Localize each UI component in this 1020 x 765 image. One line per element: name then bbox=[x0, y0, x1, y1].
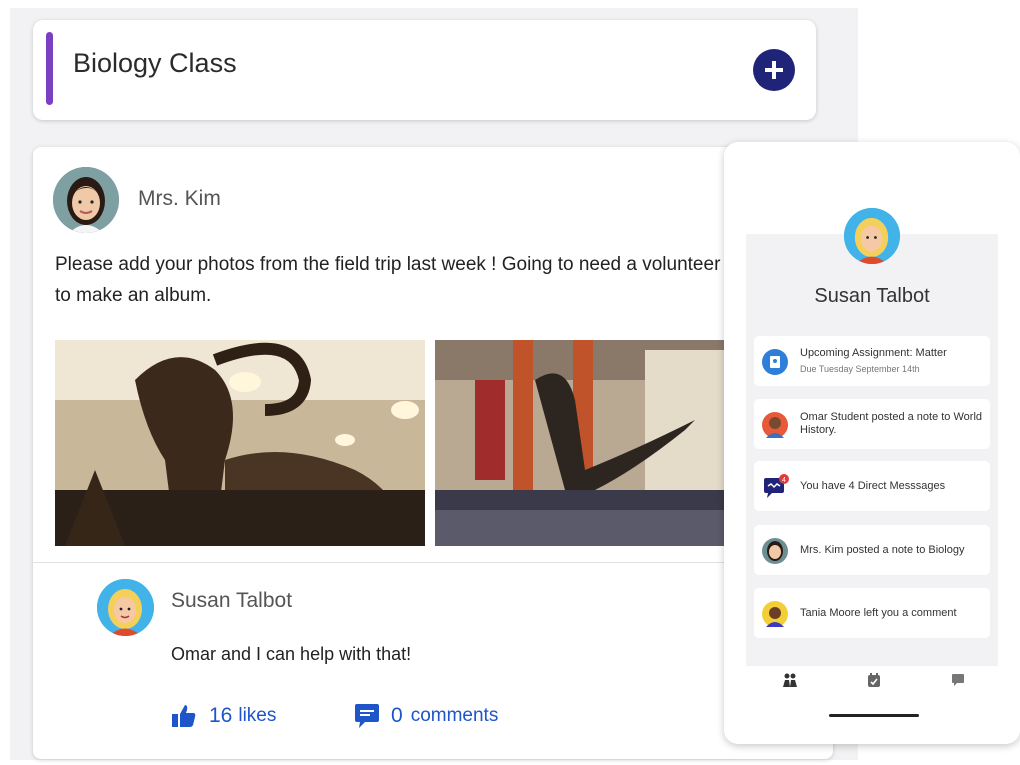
notification-text: Omar Student posted a note to World Hist… bbox=[800, 411, 983, 436]
class-title: Biology Class bbox=[73, 48, 237, 78]
notification-subtext: Due Tuesday September 14th bbox=[800, 363, 920, 374]
comments-count: 0 bbox=[391, 704, 403, 727]
avatar-omar bbox=[762, 412, 788, 438]
classes-icon[interactable] bbox=[782, 672, 798, 688]
comment-author[interactable]: Susan Talbot bbox=[171, 589, 292, 613]
notification-text: You have 4 Direct Messsages bbox=[800, 479, 946, 492]
assignment-icon bbox=[762, 349, 788, 375]
messages-icon[interactable] bbox=[950, 672, 966, 688]
divider bbox=[33, 562, 833, 563]
avatar-kim bbox=[762, 538, 788, 564]
avatar-tania bbox=[762, 601, 788, 627]
profile-avatar[interactable] bbox=[844, 208, 900, 264]
comment-icon bbox=[355, 704, 379, 728]
comments-button[interactable]: 0 comments bbox=[353, 703, 498, 729]
comments-label: comments bbox=[410, 705, 499, 726]
accent-bar bbox=[46, 32, 53, 105]
message-icon: 4 bbox=[762, 474, 789, 500]
notification-text: Upcoming Assignment: Matter bbox=[800, 346, 947, 359]
notification-item[interactable]: Upcoming Assignment: Matter Due Tuesday … bbox=[754, 336, 990, 386]
add-button[interactable] bbox=[753, 49, 795, 91]
notification-item[interactable]: Mrs. Kim posted a note to Biology bbox=[754, 525, 990, 575]
dinosaur-skeleton-hall-photo bbox=[435, 340, 735, 546]
notification-item[interactable]: 4 You have 4 Direct Messsages bbox=[754, 461, 990, 511]
notification-text: Tania Moore left you a comment bbox=[800, 606, 957, 619]
like-button[interactable]: 16 likes bbox=[171, 703, 276, 729]
post-text: Please add your photos from the field tr… bbox=[55, 254, 721, 306]
assignments-icon[interactable] bbox=[866, 672, 882, 688]
post-card: Mrs. Kim Please add your photos from the… bbox=[33, 147, 833, 759]
post-photo[interactable] bbox=[435, 340, 735, 546]
mammoth-skeleton-photo bbox=[55, 340, 425, 546]
avatar[interactable] bbox=[97, 579, 154, 636]
message-badge: 4 bbox=[782, 477, 786, 484]
likes-count: 16 bbox=[209, 704, 233, 727]
notification-text: Mrs. Kim posted a note to Biology bbox=[800, 543, 965, 556]
avatar[interactable] bbox=[53, 167, 119, 233]
likes-label: likes bbox=[238, 705, 277, 726]
notification-item[interactable]: Omar Student posted a note to World Hist… bbox=[754, 399, 990, 449]
thumbs-up-icon bbox=[172, 705, 196, 727]
profile-name: Susan Talbot bbox=[814, 285, 930, 307]
home-indicator bbox=[829, 714, 919, 717]
phone-notifications-panel: Susan Talbot Upcoming Assignment: Matter… bbox=[724, 142, 1020, 744]
plus-icon bbox=[765, 61, 783, 79]
post-photo[interactable] bbox=[55, 340, 425, 546]
comment-text: Omar and I can help with that! bbox=[171, 644, 412, 664]
class-header: Biology Class bbox=[33, 20, 816, 120]
author-name[interactable]: Mrs. Kim bbox=[138, 187, 221, 211]
notification-item[interactable]: Tania Moore left you a comment bbox=[754, 588, 990, 638]
